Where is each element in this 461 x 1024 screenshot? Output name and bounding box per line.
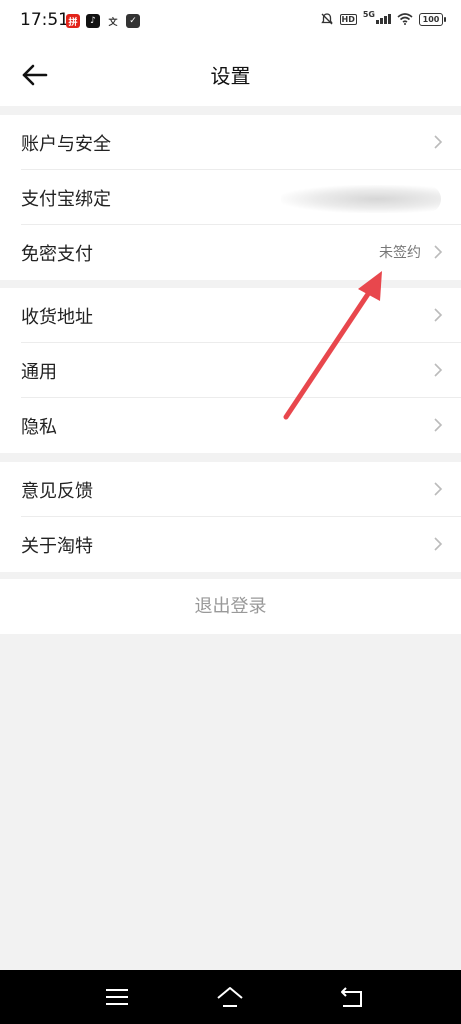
settings-section-account: 账户与安全 支付宝绑定 免密支付 未签约 xyxy=(0,115,461,280)
annotation-arrow-icon xyxy=(283,271,382,420)
settings-item-label: 收货地址 xyxy=(21,307,93,328)
status-bar: 17:51 拼 ♪ 文 ✓ HD 5G 100 xyxy=(0,0,461,44)
settings-item-label: 支付宝绑定 xyxy=(21,189,111,210)
settings-screen: 17:51 拼 ♪ 文 ✓ HD 5G 100 设置 账户与安全 支付宝绑定 免… xyxy=(0,0,461,1024)
signal-icon: 5G xyxy=(363,10,391,24)
settings-item-label: 免密支付 xyxy=(21,244,93,265)
status-app-icons: 拼 ♪ 文 ✓ xyxy=(66,14,140,28)
settings-item-alipay-binding[interactable]: 支付宝绑定 xyxy=(0,170,461,225)
back-nav-icon[interactable] xyxy=(337,982,367,1012)
translate-icon: 文 xyxy=(106,14,120,28)
chevron-right-icon xyxy=(434,245,443,259)
chevron-right-icon xyxy=(434,363,443,377)
status-time: 17:51 xyxy=(20,10,69,30)
home-icon[interactable] xyxy=(215,982,245,1012)
mute-bell-icon xyxy=(320,13,333,25)
battery-icon: 100 xyxy=(419,12,446,26)
logout-button[interactable]: 退出登录 xyxy=(0,579,461,634)
system-nav-bar xyxy=(0,970,461,1024)
tiktok-icon: ♪ xyxy=(86,14,100,28)
settings-item-label: 通用 xyxy=(21,362,57,383)
chevron-right-icon xyxy=(434,135,443,149)
status-indicators: HD 5G 100 xyxy=(320,10,446,26)
clipboard-icon: ✓ xyxy=(126,14,140,28)
settings-item-value: 未签约 xyxy=(379,245,421,261)
chevron-right-icon xyxy=(434,482,443,496)
settings-item-about-taote[interactable]: 关于淘特 xyxy=(0,517,461,572)
chevron-right-icon xyxy=(434,418,443,432)
blurred-account-value xyxy=(281,185,441,213)
chevron-right-icon xyxy=(434,308,443,322)
settings-section-about: 意见反馈 关于淘特 xyxy=(0,462,461,572)
settings-item-label: 隐私 xyxy=(21,417,57,438)
menu-icon[interactable] xyxy=(102,982,132,1012)
network-label: 5G xyxy=(362,10,375,19)
pinduoduo-icon: 拼 xyxy=(66,14,80,28)
settings-item-label: 账户与安全 xyxy=(21,134,111,155)
settings-item-label: 关于淘特 xyxy=(21,536,93,557)
hd-badge: HD xyxy=(339,13,357,25)
wifi-icon xyxy=(397,13,413,25)
settings-item-feedback[interactable]: 意见反馈 xyxy=(0,462,461,517)
chevron-right-icon xyxy=(434,537,443,551)
page-title: 设置 xyxy=(210,64,251,88)
settings-item-account-security[interactable]: 账户与安全 xyxy=(0,115,461,170)
settings-item-label: 意见反馈 xyxy=(21,481,93,502)
header: 设置 xyxy=(0,44,461,106)
